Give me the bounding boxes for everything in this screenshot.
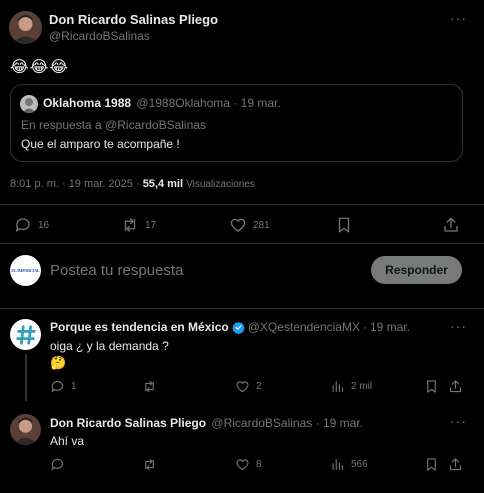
views-count: 2 mil [351, 381, 373, 392]
retweet-action[interactable] [142, 457, 163, 472]
reply-input[interactable]: Postea tu respuesta [50, 262, 350, 279]
retweet-action[interactable]: 17 [121, 216, 156, 234]
views-action[interactable]: 566 [330, 457, 368, 472]
tweet-text: 😂😂😂 [10, 59, 70, 76]
composer-avatar-logo: EL IMPARCIAL [11, 268, 40, 273]
heart-icon [235, 457, 250, 472]
reply-text: Ahí va [50, 434, 85, 448]
quoted-author-avatar [20, 95, 38, 113]
reply-header: Porque es tendencia en México @XQestende… [50, 320, 410, 334]
views-label: Visualizaciones [186, 179, 255, 190]
share-icon [448, 457, 463, 472]
views-count: 55,4 mil [142, 178, 184, 190]
reply-action[interactable] [50, 457, 71, 472]
retweet-icon [121, 216, 139, 234]
divider [0, 243, 484, 244]
like-action[interactable]: 2 [235, 379, 262, 394]
reply-author-avatar[interactable] [10, 319, 41, 350]
share-icon [448, 379, 463, 394]
reply-author-handle[interactable]: @XQestendenciaMX [248, 320, 360, 334]
share-action[interactable] [448, 457, 463, 472]
quoted-date: 19 mar. [240, 96, 281, 110]
bookmark-action[interactable] [424, 379, 439, 394]
tweet-time[interactable]: 8:01 p. m. · 19 mar. 2025 · [10, 178, 140, 190]
retweet-count: 17 [145, 219, 157, 231]
retweet-icon [142, 379, 157, 394]
comment-icon [50, 379, 65, 394]
quoted-tweet-card[interactable]: Oklahoma 1988 @1988Oklahoma · 19 mar. En… [10, 84, 463, 162]
bookmark-icon [424, 457, 439, 472]
bookmark-icon [424, 379, 439, 394]
reply-action[interactable]: 16 [14, 216, 49, 234]
reply-author-handle[interactable]: @RicardoBSalinas [211, 416, 312, 430]
verified-badge-icon [231, 321, 245, 334]
reply-separator: · [315, 416, 320, 430]
hashtag-avatar-icon [15, 324, 37, 346]
reply-count: 1 [71, 381, 77, 392]
reply-button[interactable]: Responder [371, 256, 462, 284]
reply-date[interactable]: 19 mar. [323, 416, 363, 430]
more-dots-icon[interactable]: ··· [450, 413, 467, 429]
views-bar-icon [330, 379, 345, 394]
retweet-action[interactable] [142, 379, 163, 394]
quoted-header: Oklahoma 1988 @1988Oklahoma · 19 mar. [43, 96, 281, 110]
divider [0, 204, 484, 205]
like-count: 8 [256, 459, 262, 470]
comment-icon [50, 457, 65, 472]
reply-header: Don Ricardo Salinas Pliego @RicardoBSali… [50, 416, 363, 430]
quoted-text: Que el amparo te acompañe ! [21, 137, 180, 151]
reply-button-label: Responder [385, 263, 448, 277]
share-action[interactable] [448, 379, 463, 394]
author-name[interactable]: Don Ricardo Salinas Pliego [49, 12, 218, 27]
reply-action[interactable]: 1 [50, 379, 77, 394]
reply-separator: · [362, 320, 367, 334]
like-action[interactable]: 281 [229, 216, 270, 234]
quoted-reply-to: En respuesta a @RicardoBSalinas [21, 118, 206, 132]
bookmark-action[interactable] [424, 457, 439, 472]
reply-count: 16 [38, 219, 50, 231]
reply-emoji: 🤔 [50, 355, 67, 370]
quoted-author-name: Oklahoma 1988 [43, 96, 132, 110]
tweet-meta: 8:01 p. m. · 19 mar. 2025 · 55,4 mil Vis… [10, 178, 255, 190]
heart-icon [229, 216, 247, 234]
share-action[interactable] [442, 216, 460, 234]
like-count: 2 [256, 381, 262, 392]
author-handle[interactable]: @RicardoBSalinas [49, 29, 150, 43]
views-count: 566 [351, 459, 368, 470]
more-dots-icon[interactable]: ··· [450, 318, 467, 334]
heart-icon [235, 379, 250, 394]
bookmark-icon [335, 216, 353, 234]
quoted-author-handle: @1988Oklahoma [136, 96, 230, 110]
more-dots-icon[interactable]: ··· [450, 10, 467, 26]
reply-date[interactable]: 19 mar. [370, 320, 410, 334]
share-icon [442, 216, 460, 234]
views-action[interactable]: 2 mil [330, 379, 372, 394]
views-bar-icon [330, 457, 345, 472]
composer-avatar: EL IMPARCIAL [10, 255, 41, 286]
quoted-separator: · [233, 96, 238, 110]
author-avatar[interactable] [9, 11, 42, 44]
comment-icon [14, 216, 32, 234]
reply-text: oiga ¿ y la demanda ? [50, 339, 169, 353]
bookmark-action[interactable] [335, 216, 353, 234]
divider [0, 308, 484, 309]
thread-line [25, 354, 27, 401]
reply-author-name[interactable]: Porque es tendencia en México [50, 320, 229, 334]
like-action[interactable]: 8 [235, 457, 262, 472]
reply-author-name[interactable]: Don Ricardo Salinas Pliego [50, 416, 206, 430]
reply-author-avatar[interactable] [10, 414, 41, 445]
like-count: 281 [253, 219, 270, 231]
retweet-icon [142, 457, 157, 472]
